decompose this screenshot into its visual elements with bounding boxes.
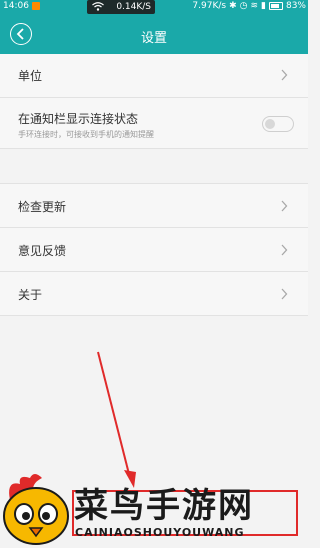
bird-logo-icon <box>3 474 69 545</box>
watermark-title: 菜鸟手游网 <box>74 486 254 526</box>
annotation-arrow <box>97 351 136 488</box>
watermark: 菜鸟手游网 CAINIAOSHOUYOUWANG <box>0 468 308 548</box>
watermark-subtitle: CAINIAOSHOUYOUWANG <box>75 526 245 539</box>
